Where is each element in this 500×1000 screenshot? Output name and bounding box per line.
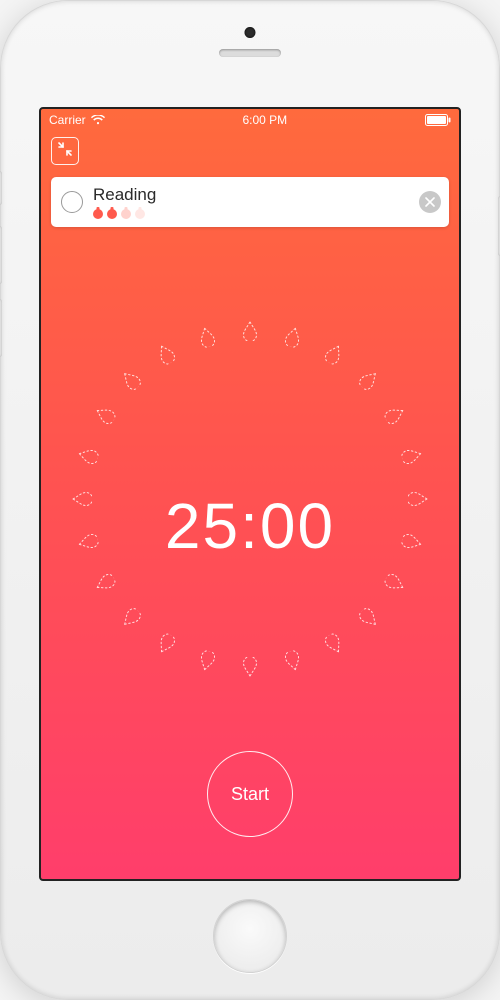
phone-mute-switch: [0, 171, 2, 205]
timer-tick: [323, 341, 346, 366]
task-title: Reading: [93, 185, 409, 205]
start-button-label: Start: [231, 784, 269, 805]
shrink-icon: [57, 141, 73, 162]
phone-frame: Carrier 6:00 PM: [0, 0, 500, 1000]
phone-home-button[interactable]: [213, 899, 287, 973]
minimize-button[interactable]: [51, 137, 79, 165]
timer-tick: [76, 446, 99, 466]
timer-tick: [284, 325, 304, 348]
battery-icon: [425, 114, 451, 126]
pomo-dot-pending: [121, 209, 131, 219]
start-button[interactable]: Start: [207, 751, 293, 837]
pomodoro-indicator: [93, 209, 409, 219]
status-bar: Carrier 6:00 PM: [41, 109, 459, 131]
timer-tick: [323, 632, 346, 657]
timer-tick: [356, 368, 381, 393]
timer-tick: [243, 321, 258, 341]
app-screen: Carrier 6:00 PM: [39, 107, 461, 881]
timer-tick: [383, 572, 408, 595]
timer-tick: [155, 632, 178, 657]
timer-tick: [284, 650, 304, 673]
timer-tick: [356, 605, 381, 630]
phone-camera: [245, 27, 256, 38]
phone-speaker: [219, 49, 281, 57]
phone-volume-up: [0, 226, 2, 284]
pomo-dot-done: [107, 209, 117, 219]
carrier-label: Carrier: [49, 113, 86, 127]
timer-tick: [92, 572, 117, 595]
timer-tick: [155, 341, 178, 366]
timer-tick: [383, 404, 408, 427]
wifi-icon: [91, 115, 105, 125]
task-checkbox[interactable]: [61, 191, 83, 213]
pomo-dot-pending: [135, 209, 145, 219]
timer-tick: [92, 404, 117, 427]
pomo-dot-done: [93, 209, 103, 219]
timer-tick: [401, 446, 424, 466]
timer-tick: [243, 657, 258, 677]
timer-tick: [197, 325, 217, 348]
timer-tick: [119, 605, 144, 630]
phone-volume-down: [0, 299, 2, 357]
clock-label: 6:00 PM: [242, 113, 287, 127]
task-card[interactable]: Reading: [51, 177, 449, 227]
timer-tick: [197, 650, 217, 673]
clear-task-button[interactable]: [419, 191, 441, 213]
close-icon: [425, 195, 435, 210]
timer-display: 25:00: [41, 489, 459, 563]
timer-tick: [119, 368, 144, 393]
task-body: Reading: [93, 185, 409, 219]
